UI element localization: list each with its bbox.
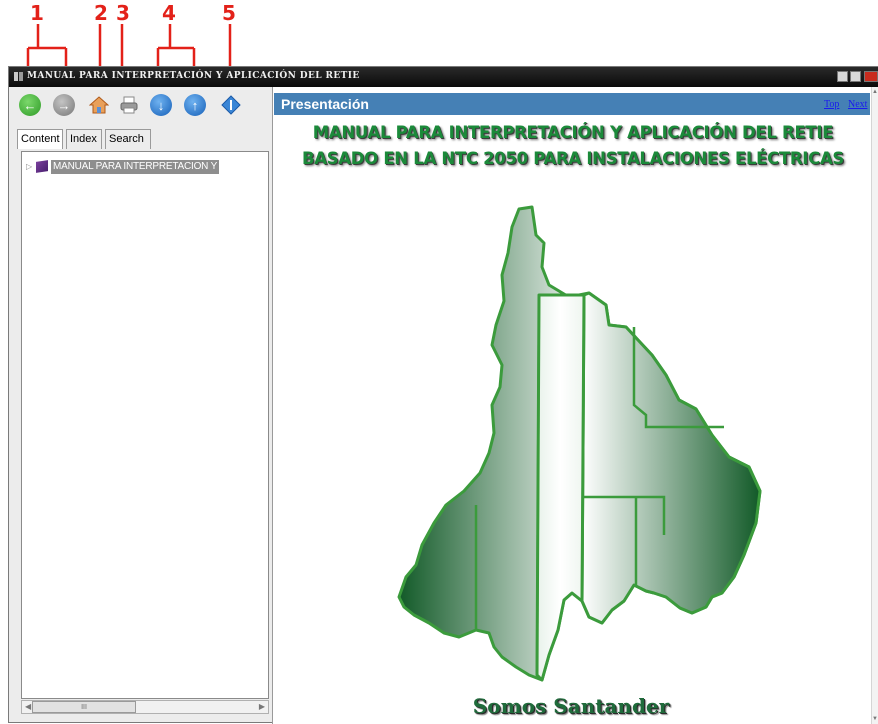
window-title: MANUAL PARA INTERPRETACIÓN Y APLICACIÓN … [27,71,360,81]
santander-map-image [397,205,762,682]
scroll-up-icon[interactable]: ▲ [872,89,878,95]
app-icon [14,72,23,81]
content-pane: Presentación Top Next MANUAL PARA INTERP… [272,87,878,724]
toolbar: ← → ↓ ↑ [9,87,271,121]
santander-map [394,205,764,688]
expand-arrow-icon[interactable]: ▷ [26,160,36,174]
footer-slogan: Somos Santander [472,694,670,718]
title-bar: MANUAL PARA INTERPRETACIÓN Y APLICACIÓN … [9,67,878,87]
locate-icon [221,95,241,115]
close-button[interactable] [864,71,878,82]
forward-button[interactable]: → [53,94,75,116]
vertical-scrollbar[interactable]: ▲ ▼ [871,87,878,724]
tree-item[interactable]: ▷ MANUAL PARA INTERPRETACION Y [26,160,220,174]
scroll-down-icon[interactable]: ▼ [872,716,878,722]
top-link[interactable]: Top [824,99,839,110]
printer-icon [120,96,138,114]
minimize-button[interactable] [837,71,848,82]
tree-item-label: MANUAL PARA INTERPRETACION Y [51,160,220,174]
maximize-button[interactable] [850,71,861,82]
arrow-up-icon: ↑ [191,97,199,113]
horizontal-scrollbar[interactable]: ◀ III ▶ [21,700,269,714]
back-button[interactable]: ← [19,94,41,116]
previous-topic-button[interactable]: ↑ [184,94,206,116]
home-button[interactable] [88,94,110,116]
arrow-down-icon: ↓ [157,97,165,113]
help-window: MANUAL PARA INTERPRETACIÓN Y APLICACIÓN … [8,66,878,724]
next-topic-button[interactable]: ↓ [150,94,172,116]
scroll-thumb[interactable]: III [32,701,136,713]
manual-title-line-1: MANUAL PARA INTERPRETACIÓN Y APLICACIÓN … [312,123,834,142]
home-icon [89,96,109,114]
tab-search[interactable]: Search [105,129,151,149]
scroll-right-icon[interactable]: ▶ [259,702,265,711]
topic-header: Presentación Top Next [274,93,870,115]
arrow-left-icon: ← [23,97,37,113]
book-icon [36,160,48,173]
scroll-left-icon[interactable]: ◀ [25,702,31,711]
print-button[interactable] [118,94,140,116]
tab-index[interactable]: Index [66,129,102,149]
manual-title-line-2: BASADO EN LA NTC 2050 PARA INSTALACIONES… [301,149,845,168]
next-link[interactable]: Next [848,99,867,110]
tab-content[interactable]: Content [17,129,63,149]
topic-title: Presentación [281,96,369,112]
sync-toc-button[interactable] [220,94,242,116]
toc-tree: ▷ MANUAL PARA INTERPRETACION Y [21,151,269,699]
arrow-right-icon: → [57,97,71,113]
